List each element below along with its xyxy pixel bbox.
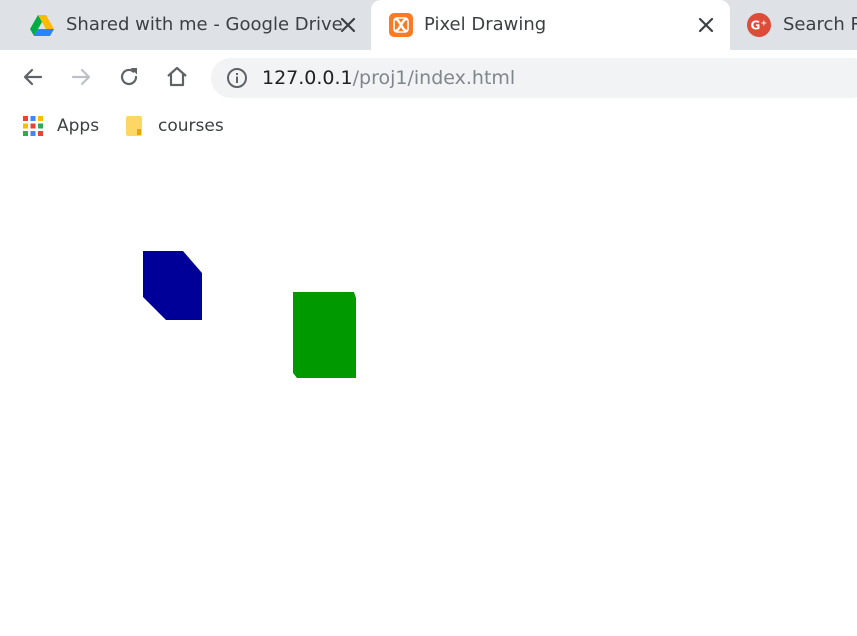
bookmark-label: courses xyxy=(158,116,224,136)
bookmark-apps[interactable]: Apps xyxy=(22,114,99,138)
bookmark-courses[interactable]: courses xyxy=(123,114,224,138)
url-host: 127.0.0.1 xyxy=(262,67,353,89)
tab-search-results[interactable]: G + Search Re xyxy=(731,0,857,50)
page-canvas xyxy=(0,148,857,636)
back-arrow-icon[interactable] xyxy=(20,64,46,90)
tab-title: Pixel Drawing xyxy=(424,14,547,35)
google-plus-icon: G + xyxy=(747,13,771,37)
apps-grid-icon xyxy=(23,116,43,136)
folder-icon xyxy=(126,116,142,136)
bookmarks-bar: Apps courses xyxy=(0,104,857,148)
xampp-icon xyxy=(389,13,413,37)
google-drive-icon xyxy=(30,15,54,36)
browser-window: Shared with me - Google Drive Pixel Draw… xyxy=(0,0,857,636)
svg-text:+: + xyxy=(761,19,768,28)
reload-icon[interactable] xyxy=(116,64,142,90)
drawing-surface xyxy=(143,251,356,378)
green-rectangle-shape xyxy=(293,292,356,378)
site-info-icon[interactable] xyxy=(226,67,248,89)
url-text: 127.0.0.1/proj1/index.html xyxy=(262,66,515,90)
bookmark-label: Apps xyxy=(57,116,100,136)
tab-google-drive[interactable]: Shared with me - Google Drive xyxy=(0,0,370,50)
home-icon[interactable] xyxy=(164,64,190,90)
svg-text:G: G xyxy=(751,19,761,33)
address-bar[interactable]: 127.0.0.1/proj1/index.html xyxy=(211,58,857,98)
tab-title: Shared with me - Google Drive xyxy=(66,14,343,35)
tab-title: Search Re xyxy=(783,14,857,35)
forward-arrow-icon[interactable] xyxy=(68,64,94,90)
browser-toolbar: 127.0.0.1/proj1/index.html xyxy=(0,50,857,104)
close-icon[interactable] xyxy=(696,15,716,35)
url-path: /proj1/index.html xyxy=(352,67,516,89)
tab-strip: Shared with me - Google Drive Pixel Draw… xyxy=(0,0,857,50)
close-icon[interactable] xyxy=(338,15,358,35)
tab-pixel-drawing[interactable]: Pixel Drawing xyxy=(371,0,730,50)
blue-octagon-shape xyxy=(143,251,202,320)
